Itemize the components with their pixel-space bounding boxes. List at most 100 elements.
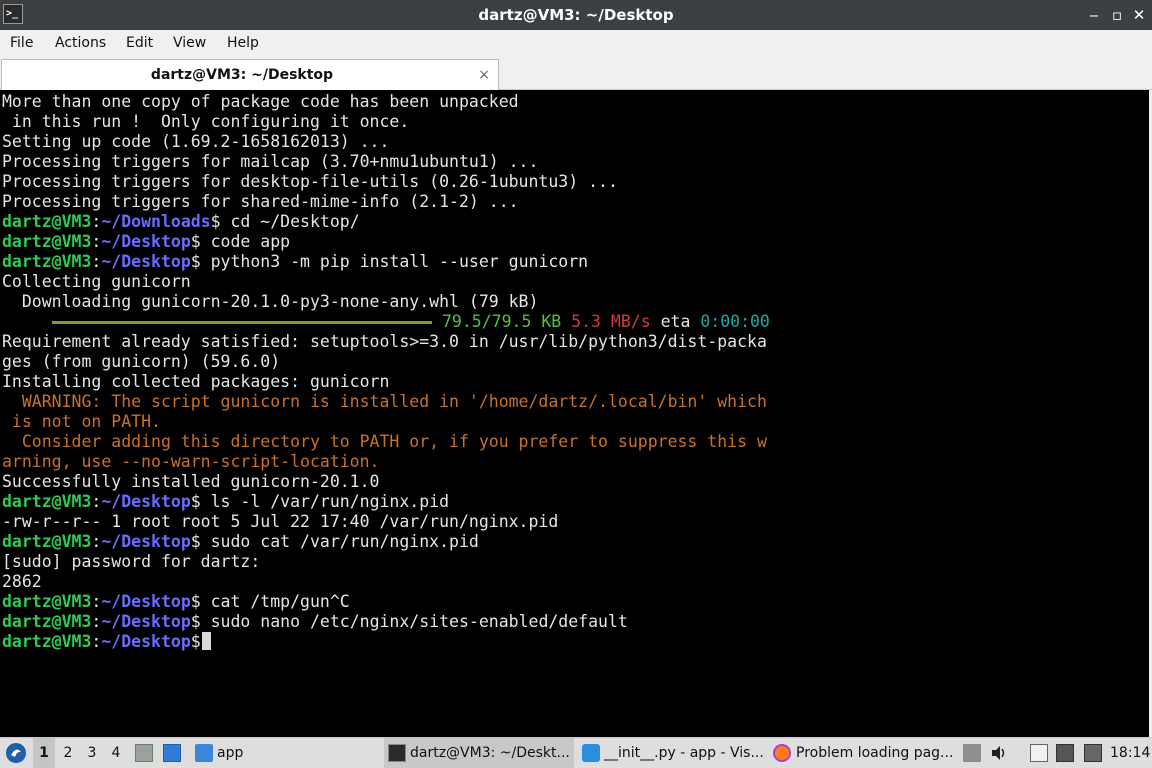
vscode-icon: [582, 744, 600, 762]
download-size: 79.5/79.5 KB: [442, 312, 562, 331]
task-firefox[interactable]: Problem loading pag...: [770, 738, 956, 768]
prompt-dollar: $: [190, 632, 201, 651]
prompt-dollar: $: [190, 592, 201, 611]
download-progress-line: 79.5/79.5 KB 5.3 MB/s eta 0:00:00: [2, 312, 770, 332]
terminal-warning-line: is not on PATH.: [2, 412, 161, 431]
terminal-output-line: -rw-r--r-- 1 root root 5 Jul 22 17:40 /v…: [2, 512, 559, 531]
prompt-separator: :: [91, 632, 102, 651]
menu-file[interactable]: File: [10, 30, 33, 56]
prompt-user: dartz@VM3: [2, 532, 92, 551]
terminal-output-line: Collecting gunicorn: [2, 272, 191, 291]
prompt-path: ~/Desktop: [101, 632, 191, 651]
terminal-prompt-line: dartz@VM3:~/Desktop$ sudo nano /etc/ngin…: [2, 612, 628, 632]
prompt-path: ~/Desktop: [101, 592, 191, 611]
clock[interactable]: 18:14: [1110, 738, 1150, 768]
prompt-user: dartz@VM3: [2, 212, 92, 231]
terminal-output-line: in this run ! Only configuring it once.: [2, 112, 410, 131]
tab-terminal[interactable]: dartz@VM3: ~/Desktop ×: [1, 59, 499, 90]
prompt-dollar: $: [190, 532, 201, 551]
minimize-button[interactable]: ‒: [1083, 5, 1105, 25]
terminal-output-line: Setting up code (1.69.2-1658162013) ...: [2, 132, 390, 151]
clipboard-icon[interactable]: [1030, 744, 1048, 762]
prompt-command: code app: [200, 232, 291, 251]
prompt-path: ~/Desktop: [101, 492, 191, 511]
prompt-dollar: $: [210, 212, 221, 231]
terminal-cursor: [201, 632, 211, 650]
menu-actions[interactable]: Actions: [55, 30, 106, 56]
volume-icon[interactable]: [990, 744, 1008, 762]
prompt-command: cat /tmp/gun^C: [200, 592, 350, 611]
taskbar: 1 2 3 4 app dartz@VM3: ~/Deskt... __init…: [0, 737, 1152, 768]
download-eta: 0:00:00: [700, 312, 770, 331]
terminal-output-line: Installing collected packages: gunicorn: [2, 372, 390, 391]
workspace-2[interactable]: 2: [57, 738, 79, 768]
terminal-output-line: Successfully installed gunicorn-20.1.0: [2, 472, 380, 491]
tab-label: dartz@VM3: ~/Desktop: [150, 67, 334, 83]
task-vscode[interactable]: __init__.py - app - Vis...: [578, 738, 766, 768]
prompt-user: dartz@VM3: [2, 232, 92, 251]
download-speed: 5.3 MB/s: [571, 312, 651, 331]
start-menu-icon[interactable]: [6, 743, 26, 763]
folder-app-launcher[interactable]: app: [217, 738, 243, 768]
prompt-path: ~/Desktop: [101, 232, 191, 251]
terminal-output-line: Processing triggers for shared-mime-info…: [2, 192, 519, 211]
prompt-path: ~/Desktop: [101, 252, 191, 271]
prompt-separator: :: [91, 252, 102, 271]
terminal-prompt-line: dartz@VM3:~/Desktop$ sudo cat /var/run/n…: [2, 532, 479, 552]
terminal-output-line: [sudo] password for dartz:: [2, 552, 261, 571]
workspace-1[interactable]: 1: [33, 738, 55, 768]
prompt-dollar: $: [190, 492, 201, 511]
task-terminal[interactable]: dartz@VM3: ~/Deskt...: [384, 738, 574, 768]
tab-strip: dartz@VM3: ~/Desktop ×: [0, 56, 1152, 90]
close-button[interactable]: ✕: [1128, 5, 1150, 25]
prompt-separator: :: [91, 212, 102, 231]
terminal-prompt-line: dartz@VM3:~/Desktop$ python3 -m pip inst…: [2, 252, 588, 272]
show-desktop-icon[interactable]: [163, 744, 181, 762]
prompt-user: dartz@VM3: [2, 632, 92, 651]
menu-help[interactable]: Help: [227, 30, 259, 56]
prompt-command: sudo nano /etc/nginx/sites-enabled/defau…: [200, 612, 628, 631]
download-eta-label: eta: [660, 312, 691, 331]
download-progress-bar: [52, 321, 432, 324]
prompt-user: dartz@VM3: [2, 492, 92, 511]
menu-bar: File Actions Edit View Help: [0, 30, 1152, 56]
prompt-user: dartz@VM3: [2, 612, 92, 631]
prompt-command: python3 -m pip install --user gunicorn: [200, 252, 589, 271]
prompt-path: ~/Desktop: [101, 532, 191, 551]
prompt-separator: :: [91, 532, 102, 551]
folder-icon: [195, 744, 213, 762]
menu-view[interactable]: View: [173, 30, 206, 56]
tab-close-icon[interactable]: ×: [478, 60, 490, 90]
terminal-output-line: ges (from gunicorn) (59.6.0): [2, 352, 281, 371]
prompt-user: dartz@VM3: [2, 592, 92, 611]
workspace-4[interactable]: 4: [105, 738, 127, 768]
prompt-dollar: $: [190, 612, 201, 631]
menu-edit[interactable]: Edit: [126, 30, 153, 56]
prompt-dollar: $: [190, 252, 201, 271]
task-vscode-label: __init__.py - app - Vis...: [604, 745, 764, 761]
terminal-prompt-line: dartz@VM3:~/Downloads$ cd ~/Desktop/: [2, 212, 360, 232]
terminal-warning-line: arning, use --no-warn-script-location.: [2, 452, 380, 471]
network-icon[interactable]: [1056, 744, 1074, 762]
terminal-prompt-line: dartz@VM3:~/Desktop$ cat /tmp/gun^C: [2, 592, 350, 612]
prompt-path: ~/Downloads: [101, 212, 211, 231]
terminal-prompt-line: dartz@VM3:~/Desktop$ code app: [2, 232, 290, 252]
prompt-path: ~/Desktop: [101, 612, 191, 631]
prompt-separator: :: [91, 232, 102, 251]
prompt-command: sudo cat /var/run/nginx.pid: [200, 532, 479, 551]
prompt-user: dartz@VM3: [2, 252, 92, 271]
maximize-button[interactable]: ▫: [1106, 5, 1128, 25]
terminal-output[interactable]: More than one copy of package code has b…: [0, 90, 1149, 737]
file-manager-icon[interactable]: [135, 744, 153, 762]
battery-icon[interactable]: [1084, 744, 1102, 762]
terminal-output-line: Requirement already satisfied: setuptool…: [2, 332, 767, 351]
prompt-separator: :: [91, 612, 102, 631]
prompt-command: ls -l /var/run/nginx.pid: [200, 492, 450, 511]
task-terminal-label: dartz@VM3: ~/Deskt...: [410, 745, 570, 761]
task-firefox-label: Problem loading pag...: [796, 745, 954, 761]
terminal-warning-line: WARNING: The script gunicorn is installe…: [2, 392, 767, 411]
workspace-3[interactable]: 3: [81, 738, 103, 768]
prompt-command: cd ~/Desktop/: [220, 212, 360, 231]
upload-icon[interactable]: [963, 744, 981, 762]
terminal-output-line: More than one copy of package code has b…: [2, 92, 519, 111]
